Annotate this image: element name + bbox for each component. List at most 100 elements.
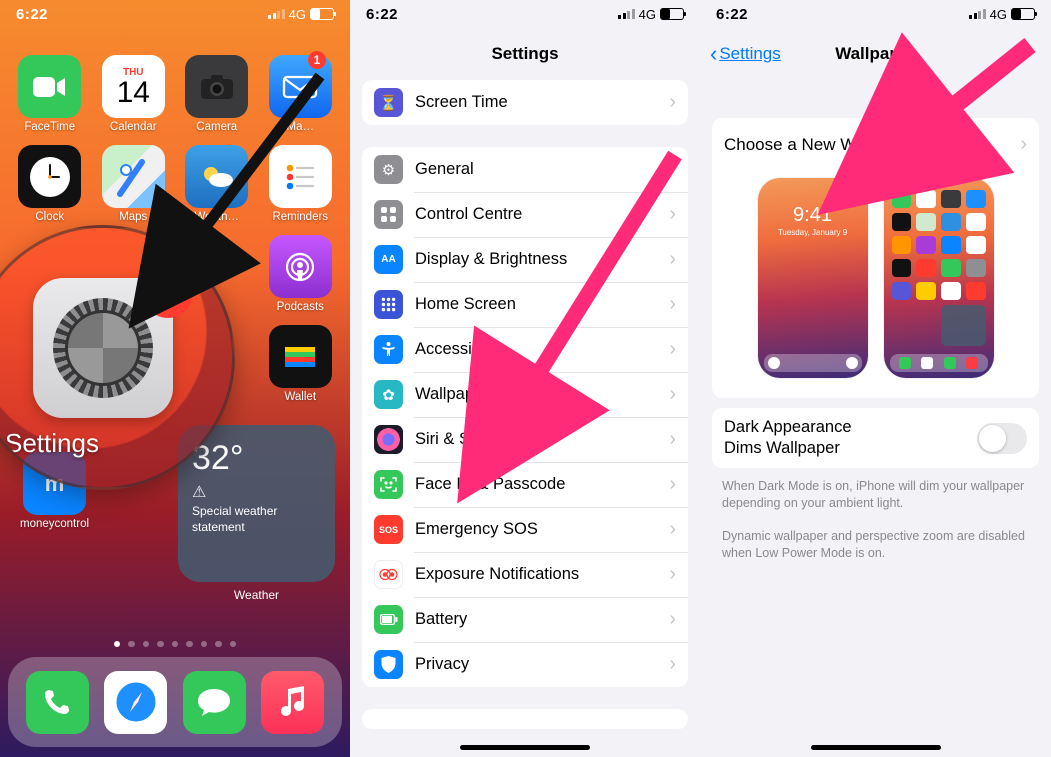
chevron-right-icon: › [669,203,676,226]
app-label: Calendar [110,121,157,133]
widget-temperature: 32° [192,439,321,478]
row-label: Exposure Notifications [415,565,669,584]
row-wallpaper[interactable]: ✿ Wallpaper › [362,372,688,417]
chevron-right-icon: › [669,518,676,541]
general-icon: ⚙ [374,155,403,184]
dark-appearance-row: Dark Appearance Dims Wallpaper [712,408,1039,468]
control-centre-icon [374,200,403,229]
app-label: Wallet [284,391,316,403]
status-bar: 6:22 4G [0,0,350,28]
homescreen-panel: 6:22 4G FaceTime THU 14 Calendar Camera [0,0,350,757]
row-label: Control Centre [415,205,669,224]
home-indicator[interactable] [460,745,590,750]
lockscreen-time: 9:41 [758,204,868,227]
app-facetime[interactable]: FaceTime [18,55,82,133]
row-label: Wallpaper [415,385,669,404]
chevron-right-icon: › [669,91,676,114]
app-weather[interactable]: Weath… [185,145,249,223]
status-bar: 6:22 4G [700,0,1051,28]
wallet-icon [269,325,332,388]
network-label: 4G [990,7,1007,22]
dock-messages-icon[interactable] [183,671,246,734]
app-label: Clock [35,211,64,223]
app-reminders[interactable]: Reminders [269,145,333,223]
wallpaper-settings-panel: 6:22 4G ‹ Settings Wallpaper Choose a Ne… [700,0,1051,757]
app-podcasts[interactable]: Podcasts [269,235,333,313]
navbar-title: Settings [491,44,558,64]
app-wallet[interactable]: Wallet [269,325,333,403]
app-label: Ma… [287,121,314,133]
app-label: Maps [119,211,147,223]
back-button[interactable]: ‹ Settings [710,41,781,67]
row-label: Accessibility [415,340,669,359]
row-general[interactable]: ⚙ General › [362,147,688,192]
row-label: Home Screen [415,295,669,314]
choose-wallpaper-row[interactable]: Choose a New Wallpaper › [724,133,1027,156]
signal-icon [268,9,285,19]
chevron-right-icon: › [669,338,676,361]
lockscreen-preview[interactable]: 9:41 Tuesday, January 9 [758,178,868,378]
homescreen-preview[interactable] [884,178,994,378]
dark-appearance-toggle[interactable] [977,423,1027,454]
app-label: Weath… [194,211,239,223]
status-indicators: 4G [268,7,334,22]
row-screen-time[interactable]: ⏳ Screen Time › [362,80,688,125]
facetime-icon [18,55,81,118]
row-siri[interactable]: Siri & Search › [362,417,688,462]
app-clock[interactable]: Clock [18,145,82,223]
settings-badge-zoom: 4 [143,268,193,318]
weather-widget[interactable]: 32° ⚠︎ Special weather statement Weather [178,425,335,582]
row-control-centre[interactable]: Control Centre › [362,192,688,237]
maps-icon [102,145,165,208]
dock-music-icon[interactable] [261,671,324,734]
battery-icon [660,8,684,20]
chevron-right-icon: › [669,473,676,496]
dock-phone-icon[interactable] [26,671,89,734]
app-camera[interactable]: Camera [185,55,249,133]
app-label: moneycontrol [20,518,89,530]
app-label: Camera [196,121,237,133]
row-label: Privacy [415,655,669,674]
app-maps[interactable]: Maps [102,145,166,223]
network-label: 4G [639,7,656,22]
row-exposure[interactable]: Exposure Notifications › [362,552,688,597]
lockscreen-date: Tuesday, January 9 [758,228,868,237]
privacy-icon [374,650,403,679]
chevron-right-icon: › [669,383,676,406]
row-faceid[interactable]: Face ID & Passcode › [362,462,688,507]
accessibility-icon [374,335,403,364]
back-label: Settings [719,44,780,64]
status-indicators: 4G [618,7,684,22]
reminders-icon [269,145,332,208]
row-label: General [415,160,669,179]
widget-alert-text: Special weather statement [192,504,321,535]
row-privacy[interactable]: Privacy › [362,642,688,687]
row-display[interactable]: AA Display & Brightness › [362,237,688,282]
home-screen-icon [374,290,403,319]
row-accessibility[interactable]: Accessibility › [362,327,688,372]
app-mail[interactable]: 1 Ma… [269,55,333,133]
status-time: 6:22 [716,6,748,23]
app-calendar[interactable]: THU 14 Calendar [102,55,166,133]
network-label: 4G [289,7,306,22]
screen-time-icon: ⏳ [374,88,403,117]
home-indicator[interactable] [811,745,941,750]
status-time: 6:22 [16,6,48,23]
navbar: ‹ Settings Wallpaper [700,30,1051,78]
podcasts-icon [269,235,332,298]
row-sos[interactable]: SOS Emergency SOS › [362,507,688,552]
clock-icon [18,145,81,208]
chevron-right-icon: › [669,293,676,316]
settings-list-panel: 6:22 4G Settings ⏳ Screen Time › ⚙ Gener… [350,0,700,757]
settings-label-zoom: Settings [5,428,99,459]
app-label: Reminders [272,211,328,223]
camera-icon [185,55,248,118]
page-indicator[interactable] [0,641,350,648]
dock-safari-icon[interactable] [104,671,167,734]
chevron-right-icon: › [669,653,676,676]
row-home-screen[interactable]: Home Screen › [362,282,688,327]
chevron-right-icon: › [669,248,676,271]
row-battery[interactable]: Battery › [362,597,688,642]
sos-icon: SOS [374,515,403,544]
status-time: 6:22 [366,6,398,23]
